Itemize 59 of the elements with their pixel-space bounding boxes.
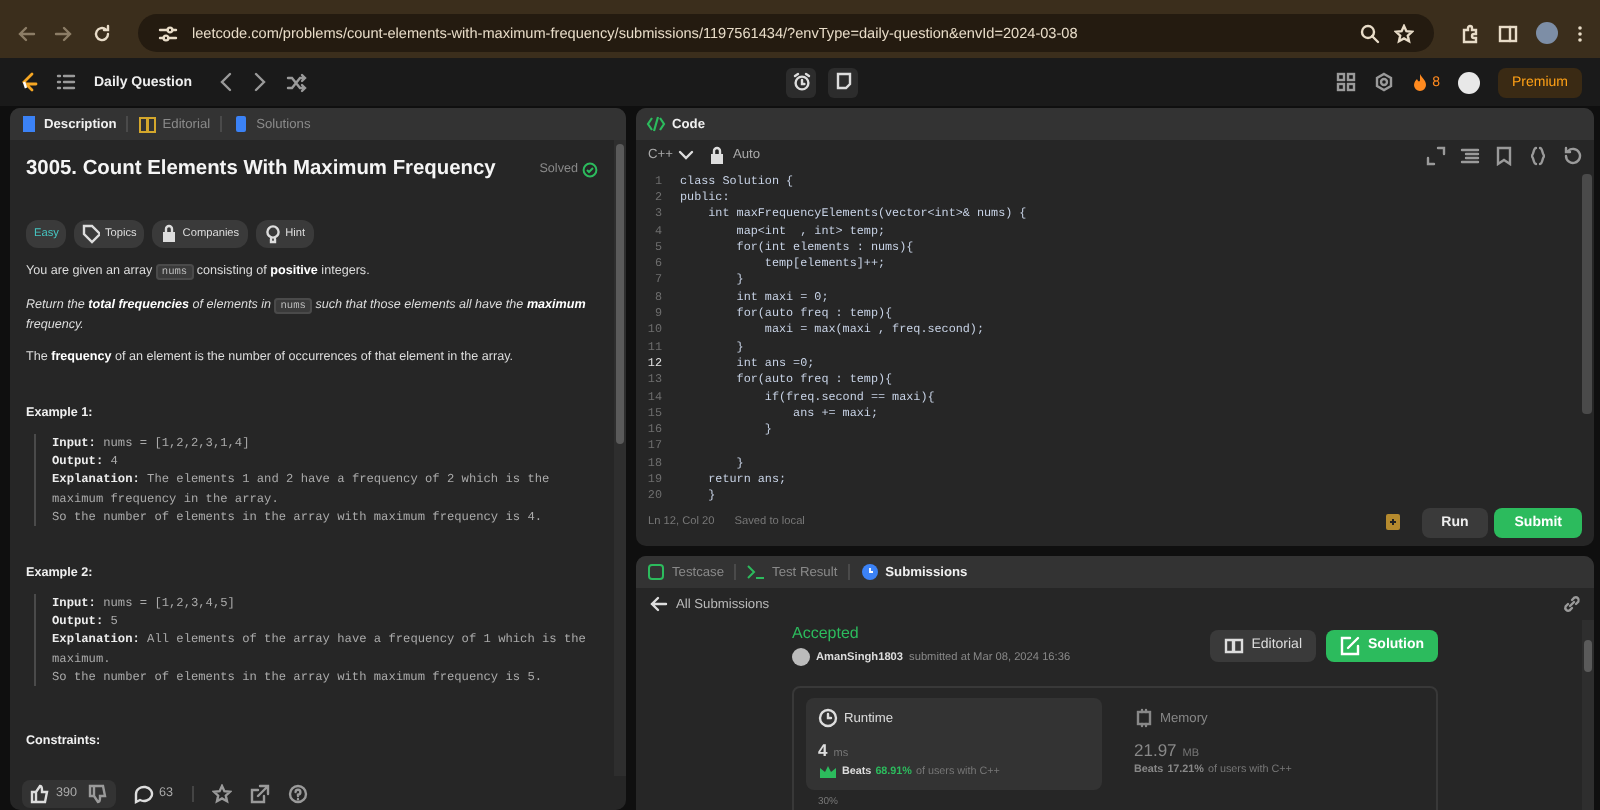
side-panel-icon[interactable]	[1498, 23, 1518, 43]
link-icon[interactable]	[1562, 594, 1582, 614]
logo-icon[interactable]	[18, 72, 38, 92]
profile-avatar[interactable]	[1457, 71, 1480, 93]
book-icon	[1223, 635, 1244, 655]
verdict-text: Accepted	[792, 624, 861, 642]
scrollbar-thumb[interactable]	[616, 144, 624, 444]
thumbs-up-icon	[30, 783, 50, 803]
edit-icon	[1340, 635, 1360, 655]
clock-icon	[818, 708, 838, 728]
chevron-left-icon[interactable]	[218, 72, 235, 92]
align-lines-icon[interactable]	[1460, 145, 1480, 165]
chevron-right-icon[interactable]	[252, 72, 269, 92]
problem-title: 3005. Count Elements With Maximum Frequency	[26, 158, 496, 180]
checkbox-icon	[646, 562, 666, 582]
chip-icon	[1134, 708, 1154, 728]
forward-arrow-icon[interactable]	[54, 23, 74, 43]
reload-icon[interactable]	[92, 23, 112, 43]
user-avatar	[792, 648, 810, 666]
check-circle-icon	[582, 161, 598, 177]
stat-value: 4	[818, 740, 828, 760]
grid-icon[interactable]	[1336, 72, 1357, 92]
list-icon[interactable]	[56, 72, 76, 92]
tag-icon	[82, 224, 101, 244]
crown-icon	[818, 764, 838, 780]
scrollbar-thumb[interactable]	[1584, 640, 1592, 672]
stat-value: 21.97	[1134, 740, 1177, 760]
help-icon[interactable]	[287, 783, 308, 803]
puzzle-piece-icon[interactable]	[1460, 23, 1480, 43]
expand-icon[interactable]	[1426, 145, 1446, 165]
site-info-icon	[158, 23, 178, 43]
settings-icon[interactable]	[1374, 72, 1395, 92]
back-arrow-icon[interactable]	[16, 23, 36, 43]
alarm-clock-button[interactable]	[786, 67, 817, 97]
note-button[interactable]	[828, 67, 859, 97]
lock-icon	[160, 224, 179, 244]
flame-icon	[1412, 72, 1429, 92]
shuffle-icon[interactable]	[286, 71, 309, 93]
bookmark-icon[interactable]	[1494, 145, 1514, 165]
document-icon	[20, 114, 38, 134]
scrollbar-thumb[interactable]	[1582, 174, 1592, 414]
speech-bubble-icon	[133, 783, 154, 803]
menu-icon[interactable]	[1576, 23, 1584, 43]
lock-icon	[708, 145, 727, 165]
book-icon	[138, 114, 157, 134]
braces-icon[interactable]	[1528, 145, 1548, 165]
chevron-down-icon	[678, 148, 695, 162]
undo-icon[interactable]	[1562, 145, 1582, 165]
back-arrow-icon	[648, 594, 668, 614]
star-icon[interactable]	[211, 783, 232, 803]
clock-icon	[859, 562, 880, 582]
code-icon	[646, 114, 666, 134]
note-icon	[833, 72, 854, 92]
terminal-icon	[746, 562, 767, 582]
thumbs-down-icon[interactable]	[87, 783, 108, 803]
share-icon[interactable]	[249, 783, 270, 803]
alarm-clock-icon	[791, 72, 812, 92]
lightbulb-icon	[263, 224, 282, 244]
zoom-icon[interactable]	[1360, 23, 1380, 43]
